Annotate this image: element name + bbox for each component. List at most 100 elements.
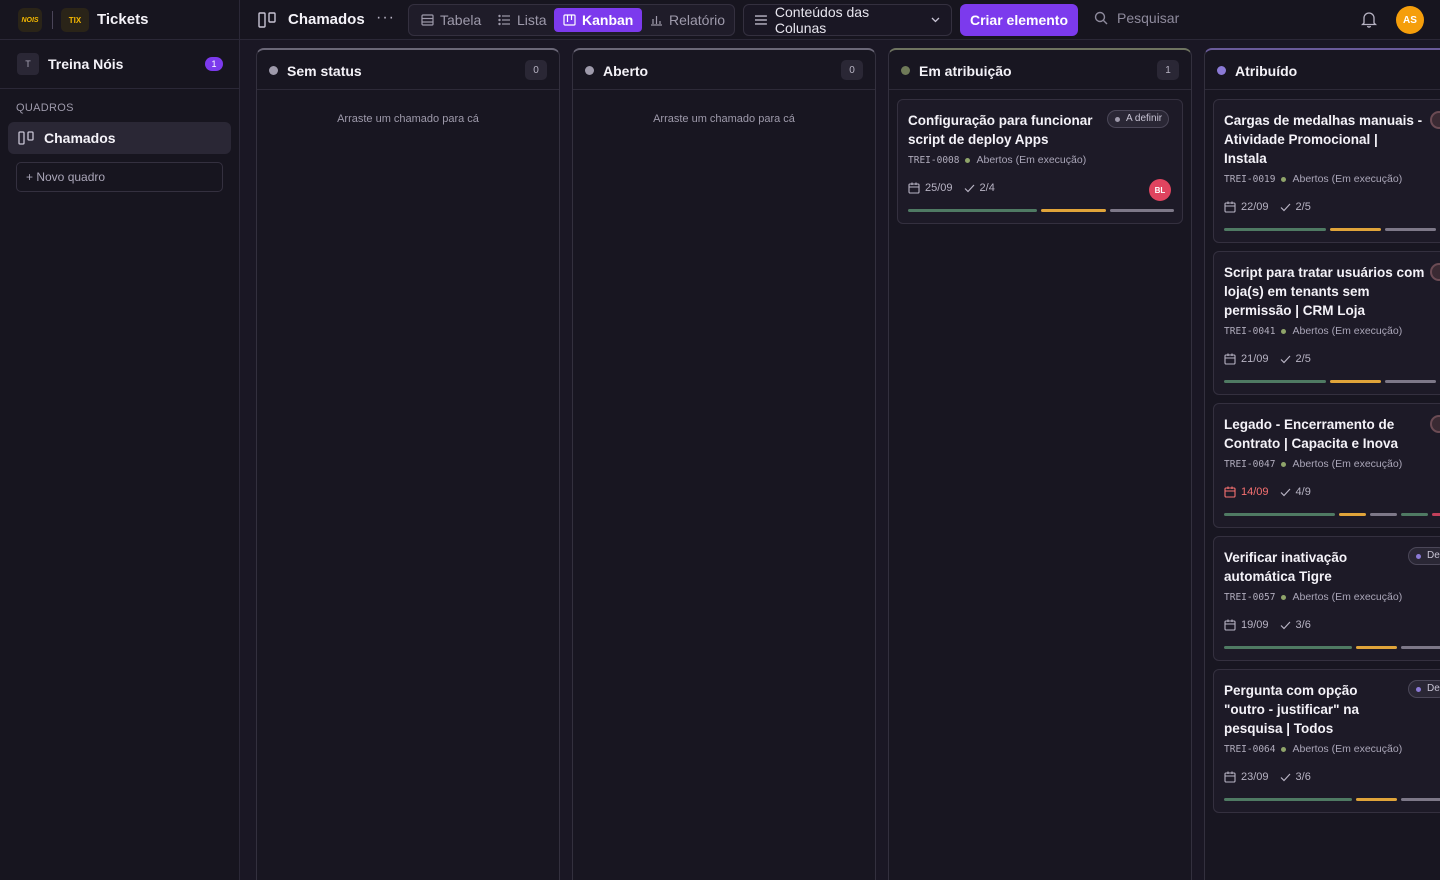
column-header: Sem status 0	[257, 50, 559, 90]
priority-pill[interactable]: De	[1408, 680, 1440, 698]
progress-segments	[1224, 798, 1440, 801]
app-title: Tickets	[97, 11, 149, 28]
user-avatar[interactable]: AS	[1396, 6, 1424, 34]
calendar-icon	[1224, 353, 1236, 365]
sidebar: T Treina Nóis 1 QUADROS Chamados + Novo …	[0, 40, 240, 880]
empty-drop-hint: Arraste um chamado para cá	[653, 113, 795, 125]
ticket-card[interactable]: Verificar inativação automática Tigre De…	[1213, 536, 1440, 661]
card-title-line: permissão | CRM Loja	[1224, 303, 1366, 318]
card-meta: TREI-0064 Abertos (Em execução)	[1224, 743, 1402, 755]
card-meta: TREI-0019 Abertos (Em execução)	[1224, 173, 1402, 185]
priority-pill[interactable]: A definir	[1107, 110, 1170, 128]
progress-segment	[1401, 798, 1440, 801]
ticket-id: TREI-0041	[1224, 325, 1276, 337]
checklist-progress: 2/5	[1295, 353, 1311, 365]
more-options-icon[interactable]: ···	[376, 9, 395, 27]
ticket-status: Abertos (Em execução)	[1292, 458, 1403, 470]
priority-pill[interactable]: De	[1408, 547, 1440, 565]
ticket-card[interactable]: Legado - Encerramento de Contrato | Capa…	[1213, 403, 1440, 528]
board-title: Chamados	[288, 11, 365, 28]
card-stats: 19/09 3/6	[1224, 619, 1311, 631]
status-dot	[901, 66, 910, 75]
card-title-line: pesquisa | Todos	[1224, 721, 1334, 736]
assignee-avatar[interactable]	[1430, 111, 1440, 129]
progress-segment	[1110, 209, 1174, 212]
card-meta: TREI-0008 Abertos (Em execução)	[908, 154, 1086, 166]
card-title-line: Contrato | Capacita e Inova	[1224, 436, 1399, 451]
view-tab-kanban[interactable]: Kanban	[554, 8, 643, 32]
view-tab-tabela[interactable]: Tabela	[412, 8, 490, 32]
chevron-down-icon	[931, 17, 940, 23]
assignee-avatar[interactable]: BL	[1149, 179, 1171, 201]
brand-area: NOIS TIX Tickets	[0, 0, 240, 40]
progress-segment	[1370, 513, 1397, 516]
progress-segments	[908, 209, 1174, 212]
progress-segment	[1356, 646, 1397, 649]
workspace-initial-badge: T	[17, 53, 39, 75]
ticket-status: Abertos (Em execução)	[976, 154, 1087, 166]
create-element-button[interactable]: Criar elemento	[960, 4, 1078, 36]
ticket-id: TREI-0019	[1224, 173, 1276, 185]
status-dot	[1281, 328, 1287, 334]
card-meta: TREI-0041 Abertos (Em execução)	[1224, 325, 1402, 337]
status-dot	[1281, 461, 1287, 467]
due-date-overdue: 14/09	[1241, 486, 1269, 498]
due-date: 21/09	[1241, 353, 1269, 365]
search-input[interactable]: Pesquisar	[1094, 10, 1179, 26]
view-tab-label: Tabela	[440, 12, 482, 28]
assignee-avatar[interactable]	[1430, 263, 1440, 281]
ticket-id: TREI-0064	[1224, 743, 1276, 755]
card-title-line: loja(s) em tenants sem	[1224, 284, 1370, 299]
ticket-status: Abertos (Em execução)	[1292, 743, 1403, 755]
card-stats: 14/09 4/9	[1224, 486, 1311, 498]
view-switcher: Tabela Lista Kanban Relatório	[408, 4, 735, 36]
card-stats: 22/09 2/5	[1224, 201, 1311, 213]
progress-segment	[908, 209, 1037, 212]
workspace-selector[interactable]: T Treina Nóis 1	[0, 40, 239, 89]
due-date: 23/09	[1241, 771, 1269, 783]
empty-drop-hint: Arraste um chamado para cá	[337, 113, 479, 125]
card-title-line: "outro - justificar" na	[1224, 702, 1360, 717]
kanban-column-em-atribuicao: Em atribuição 1 Configuração para funcio…	[888, 48, 1192, 880]
view-tab-relatorio[interactable]: Relatório	[641, 8, 734, 32]
card-meta: TREI-0047 Abertos (Em execução)	[1224, 458, 1402, 470]
due-date: 22/09	[1241, 201, 1269, 213]
progress-segment	[1224, 646, 1352, 649]
kanban-column-atribuido: Atribuído Cargas de medalhas manuais - A…	[1204, 48, 1440, 880]
notifications-bell-icon[interactable]	[1361, 11, 1377, 28]
ticket-card[interactable]: Cargas de medalhas manuais - Atividade P…	[1213, 99, 1440, 243]
nois-logo[interactable]: NOIS	[18, 8, 42, 32]
column-title: Atribuído	[1235, 63, 1298, 79]
view-tab-lista[interactable]: Lista	[489, 8, 556, 32]
column-title: Sem status	[287, 63, 362, 79]
card-stats: 21/09 2/5	[1224, 353, 1311, 365]
search-placeholder: Pesquisar	[1117, 10, 1180, 26]
status-dot	[1281, 594, 1287, 600]
column-header: Aberto 0	[573, 50, 875, 90]
progress-segment	[1224, 798, 1352, 801]
checklist-check-icon	[1280, 621, 1290, 629]
view-tab-label: Relatório	[669, 12, 726, 28]
checklist-progress: 2/5	[1295, 201, 1311, 213]
assignee-avatar[interactable]	[1430, 415, 1440, 433]
kanban-icon	[563, 14, 576, 26]
status-dot	[1217, 66, 1226, 75]
ticket-status: Abertos (Em execução)	[1292, 173, 1403, 185]
sidebar-item-chamados[interactable]: Chamados	[8, 122, 231, 154]
ticket-id: TREI-0057	[1224, 591, 1276, 603]
column-contents-dropdown[interactable]: Conteúdos das Colunas	[743, 4, 952, 36]
card-title: Configuração para funcionar script de de…	[908, 111, 1093, 149]
card-stats: 23/09 3/6	[1224, 771, 1311, 783]
calendar-icon	[1224, 771, 1236, 783]
calendar-icon	[908, 182, 920, 194]
ticket-card[interactable]: Pergunta com opção "outro - justificar" …	[1213, 669, 1440, 813]
checklist-progress: 3/6	[1295, 619, 1311, 631]
ticket-card[interactable]: Script para tratar usuários com loja(s) …	[1213, 251, 1440, 395]
column-title: Aberto	[603, 63, 649, 79]
ticket-card[interactable]: Configuração para funcionar script de de…	[897, 99, 1183, 224]
progress-segment	[1356, 798, 1397, 801]
checklist-check-icon	[1280, 488, 1290, 496]
progress-segment	[1224, 513, 1335, 516]
new-board-button[interactable]: + Novo quadro	[16, 162, 223, 192]
search-icon	[1094, 11, 1108, 25]
